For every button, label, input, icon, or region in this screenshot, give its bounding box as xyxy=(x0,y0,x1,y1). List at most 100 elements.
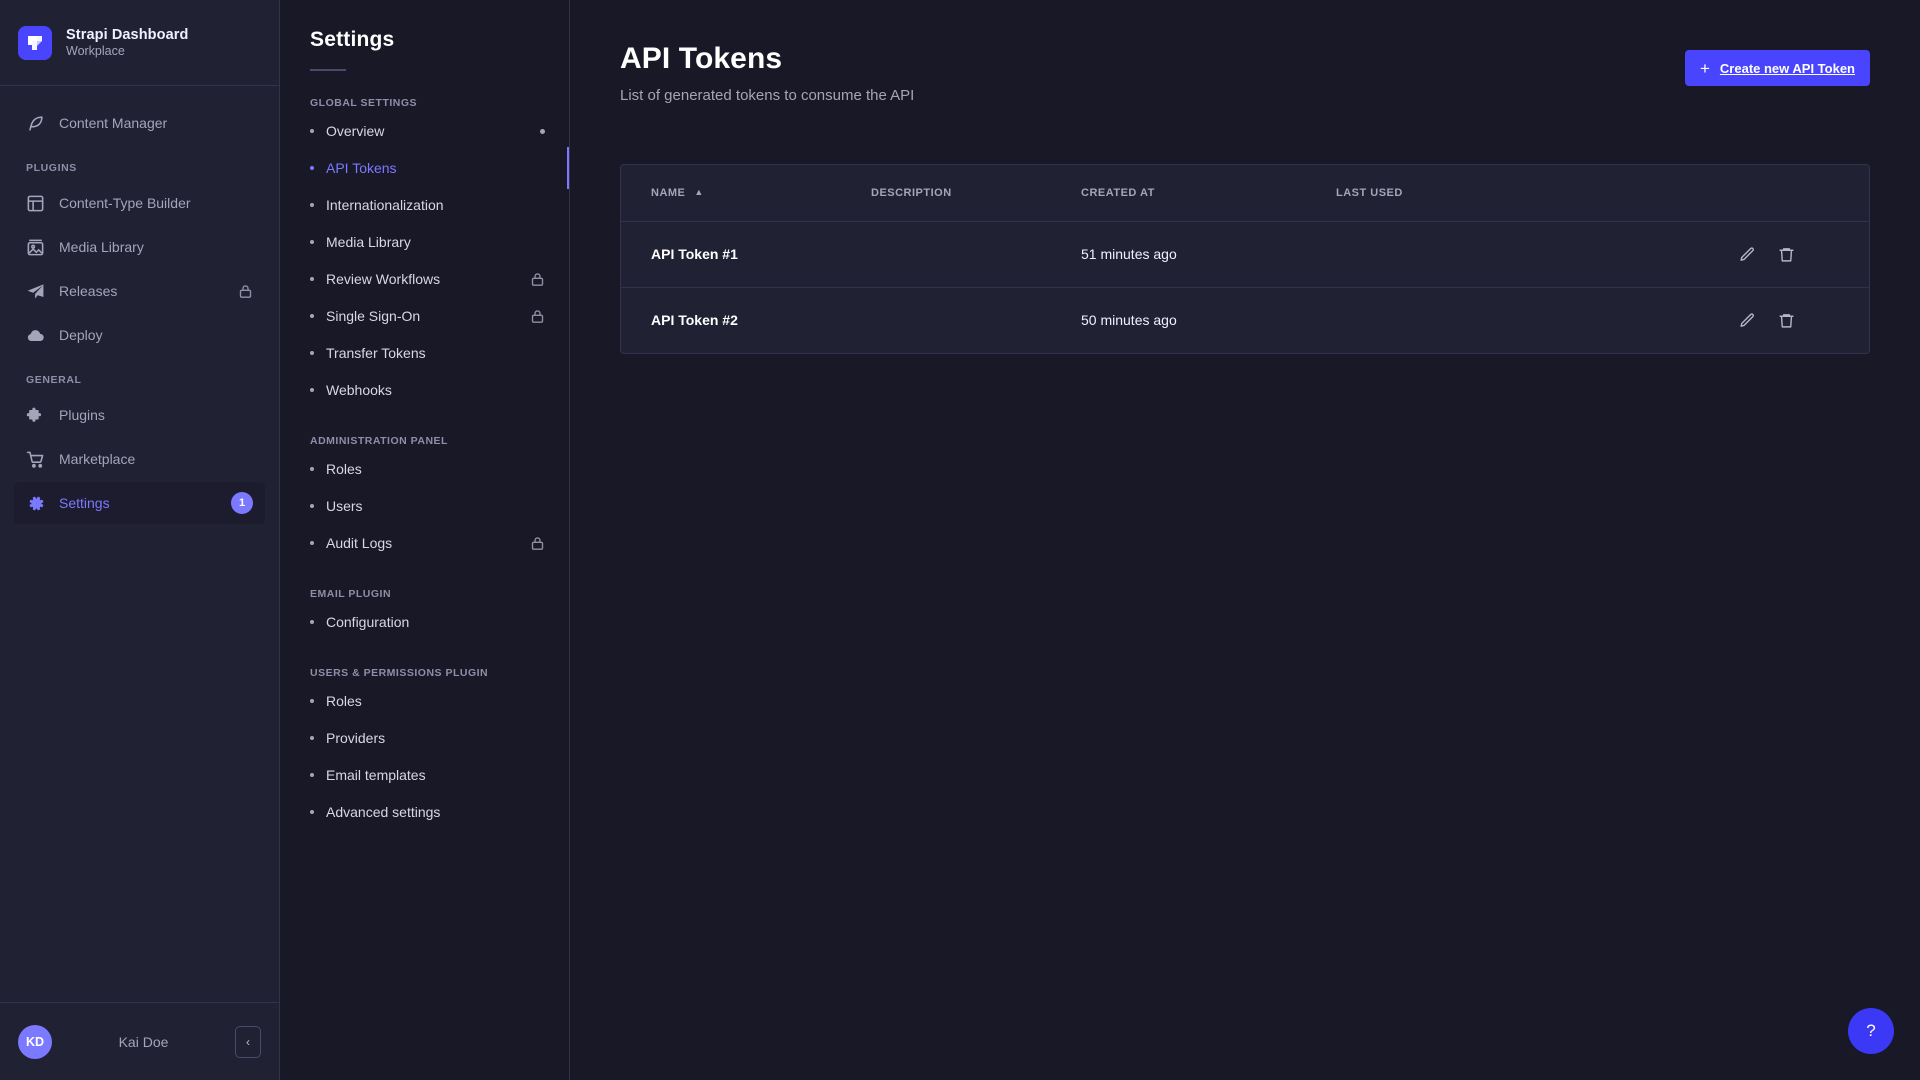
table-header: NAME ▲ DESCRIPTION CREATED AT LAST USED xyxy=(621,165,1869,221)
subnav-section-email-plugin: EMAIL PLUGIN xyxy=(280,588,569,600)
subnav-item-overview[interactable]: Overview xyxy=(280,113,569,150)
subnav-item-label: Email templates xyxy=(326,767,545,783)
bullet-icon xyxy=(310,240,314,244)
sidebar-item-label: Releases xyxy=(59,283,224,299)
create-new-api-token-button[interactable]: + Create new API Token xyxy=(1685,50,1870,86)
avatar[interactable]: KD xyxy=(18,1025,52,1059)
divider xyxy=(310,69,346,71)
shopping-cart-icon xyxy=(26,450,45,469)
bullet-icon xyxy=(310,467,314,471)
table-row[interactable]: API Token #2 50 minutes ago xyxy=(621,287,1869,353)
subnav-section-administration-panel: ADMINISTRATION PANEL xyxy=(280,435,569,447)
subnav-item-api-tokens[interactable]: API Tokens xyxy=(280,150,569,187)
sidebar-item-deploy[interactable]: Deploy xyxy=(14,314,265,356)
subnav-item-internationalization[interactable]: Internationalization xyxy=(280,187,569,224)
bullet-icon xyxy=(310,699,314,703)
column-header-last-used[interactable]: LAST USED xyxy=(1336,165,1739,221)
cell-created-at: 51 minutes ago xyxy=(1081,221,1336,287)
edit-icon[interactable] xyxy=(1739,312,1756,329)
cell-created-at: 50 minutes ago xyxy=(1081,287,1336,353)
subnav-item-label: Users xyxy=(326,498,545,514)
sidebar-item-label: Deploy xyxy=(59,327,253,343)
question-mark-icon: ? xyxy=(1866,1021,1875,1041)
sidebar-item-marketplace[interactable]: Marketplace xyxy=(14,438,265,480)
subnav-item-providers[interactable]: Providers xyxy=(280,720,569,757)
column-header-name[interactable]: NAME ▲ xyxy=(621,165,871,221)
sidebar-item-label: Marketplace xyxy=(59,451,253,467)
bullet-icon xyxy=(310,166,314,170)
subnav-item-audit-logs[interactable]: Audit Logs xyxy=(280,525,569,562)
help-button[interactable]: ? xyxy=(1848,1008,1894,1054)
puzzle-icon xyxy=(26,406,45,425)
collapse-sidebar-button[interactable]: ‹ xyxy=(235,1026,261,1058)
active-indicator xyxy=(567,147,570,189)
cell-description xyxy=(871,221,1081,287)
sidebar-item-media-library[interactable]: Media Library xyxy=(14,226,265,268)
sidebar-user-area: KD Kai Doe ‹ xyxy=(0,1002,279,1080)
sidebar-nav-list: Content Manager PLUGINS Content-Type Bui… xyxy=(0,86,279,1002)
subnav-item-label: Advanced settings xyxy=(326,804,545,820)
paper-plane-icon xyxy=(26,282,45,301)
subnav-item-configuration[interactable]: Configuration xyxy=(280,604,569,641)
sidebar-item-content-manager[interactable]: Content Manager xyxy=(14,102,265,144)
sidebar-item-releases[interactable]: Releases xyxy=(14,270,265,312)
subnav-item-up-roles[interactable]: Roles xyxy=(280,683,569,720)
notification-dot-icon xyxy=(540,129,545,134)
settings-subnav: Settings GLOBAL SETTINGS Overview API To… xyxy=(280,0,570,1080)
page-header: API Tokens List of generated tokens to c… xyxy=(570,0,1920,104)
cell-actions xyxy=(1739,287,1869,353)
bullet-icon xyxy=(310,388,314,392)
subnav-item-label: Internationalization xyxy=(326,197,545,213)
subnav-header: Settings xyxy=(280,0,569,71)
sidebar-item-label: Plugins xyxy=(59,407,253,423)
plus-icon: + xyxy=(1700,60,1710,77)
bullet-icon xyxy=(310,129,314,133)
column-header-actions xyxy=(1739,165,1869,221)
lock-icon xyxy=(530,536,545,551)
column-header-description[interactable]: DESCRIPTION xyxy=(871,165,1081,221)
subnav-item-admin-users[interactable]: Users xyxy=(280,488,569,525)
bullet-icon xyxy=(310,810,314,814)
cell-name: API Token #1 xyxy=(621,221,871,287)
delete-icon[interactable] xyxy=(1778,312,1795,329)
subnav-item-webhooks[interactable]: Webhooks xyxy=(280,372,569,409)
sidebar-item-settings[interactable]: Settings 1 xyxy=(14,482,265,524)
edit-icon[interactable] xyxy=(1739,246,1756,263)
cell-name: API Token #2 xyxy=(621,287,871,353)
main-sidebar: Strapi Dashboard Workplace Content Manag… xyxy=(0,0,280,1080)
create-button-label: Create new API Token xyxy=(1720,61,1855,76)
sidebar-item-plugins[interactable]: Plugins xyxy=(14,394,265,436)
page-header-text: API Tokens List of generated tokens to c… xyxy=(620,42,914,104)
lock-icon xyxy=(238,284,253,299)
subnav-item-label: Review Workflows xyxy=(326,271,518,287)
caret-up-icon[interactable]: ▲ xyxy=(694,188,703,197)
subnav-item-transfer-tokens[interactable]: Transfer Tokens xyxy=(280,335,569,372)
app-root: Strapi Dashboard Workplace Content Manag… xyxy=(0,0,1920,1080)
page-title: API Tokens xyxy=(620,42,914,76)
bullet-icon xyxy=(310,504,314,508)
user-name: Kai Doe xyxy=(66,1034,221,1050)
bullet-icon xyxy=(310,203,314,207)
sidebar-item-content-type-builder[interactable]: Content-Type Builder xyxy=(14,182,265,224)
subnav-item-single-sign-on[interactable]: Single Sign-On xyxy=(280,298,569,335)
subnav-item-admin-roles[interactable]: Roles xyxy=(280,451,569,488)
subnav-item-email-templates[interactable]: Email templates xyxy=(280,757,569,794)
subnav-section-users-permissions-plugin: USERS & PERMISSIONS PLUGIN xyxy=(280,667,569,679)
lock-icon xyxy=(530,272,545,287)
bullet-icon xyxy=(310,277,314,281)
subnav-item-media-library[interactable]: Media Library xyxy=(280,224,569,261)
bullet-icon xyxy=(310,620,314,624)
delete-icon[interactable] xyxy=(1778,246,1795,263)
subnav-title: Settings xyxy=(310,28,539,52)
brand-header[interactable]: Strapi Dashboard Workplace xyxy=(0,0,279,86)
table-row[interactable]: API Token #1 51 minutes ago xyxy=(621,221,1869,287)
subnav-item-advanced-settings[interactable]: Advanced settings xyxy=(280,794,569,831)
main-content: API Tokens List of generated tokens to c… xyxy=(570,0,1920,1080)
subnav-item-label: Roles xyxy=(326,461,545,477)
subnav-item-label: Transfer Tokens xyxy=(326,345,545,361)
cell-description xyxy=(871,287,1081,353)
column-header-created-at[interactable]: CREATED AT xyxy=(1081,165,1336,221)
sidebar-item-label: Settings xyxy=(59,495,217,511)
subnav-item-review-workflows[interactable]: Review Workflows xyxy=(280,261,569,298)
sidebar-section-general: GENERAL xyxy=(10,374,279,386)
